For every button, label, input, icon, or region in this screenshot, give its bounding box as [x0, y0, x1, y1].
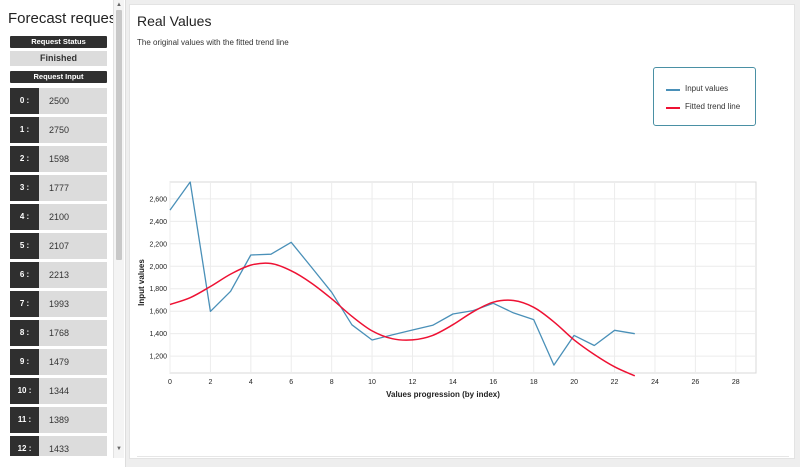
input-value: 2213: [49, 270, 70, 280]
x-tick-label: 8: [330, 379, 334, 386]
input-value: 1479: [49, 357, 70, 367]
input-value: 1433: [49, 444, 70, 454]
index-badge: 3 :: [10, 175, 39, 201]
index-badge: 6 :: [10, 262, 39, 288]
divider: [137, 456, 789, 457]
main-panel: Real Values The original values with the…: [129, 4, 795, 459]
plot-area: [169, 181, 757, 374]
x-tick-label: 12: [409, 379, 417, 386]
scroll-down-arrow-icon[interactable]: ▼: [116, 446, 122, 452]
x-tick-label: 6: [289, 379, 293, 386]
legend-label: Input values: [685, 84, 729, 93]
index-badge: 2 :: [10, 146, 39, 172]
list-item: 11 : 1389: [10, 407, 107, 433]
sidebar-title: Forecast request: [8, 10, 121, 27]
list-item: 3 : 1777: [10, 175, 107, 201]
index-badge: 8 :: [10, 320, 39, 346]
index-badge: 12 :: [10, 436, 39, 456]
x-tick-label: 26: [691, 379, 699, 386]
index-badge: 5 :: [10, 233, 39, 259]
x-tick-label: 4: [249, 379, 253, 386]
y-tick-label: 1,200: [149, 354, 167, 361]
x-tick-label: 14: [449, 379, 457, 386]
index-badge: 9 :: [10, 349, 39, 375]
y-tick-label: 2,600: [149, 196, 167, 203]
sidebar-scrollbar[interactable]: ▲ ▼: [113, 0, 124, 458]
y-tick-label: 1,600: [149, 309, 167, 316]
input-value: 2100: [49, 212, 70, 222]
list-item: 10 : 1344: [10, 378, 107, 404]
input-value: 1344: [49, 386, 70, 396]
x-tick-label: 16: [489, 379, 497, 386]
list-item: 4 : 2100: [10, 204, 107, 230]
y-tick-label: 1,400: [149, 331, 167, 338]
series-line-fitted-trend: [169, 262, 636, 377]
x-axis-label: Values progression (by index): [386, 390, 500, 399]
input-value: 1993: [49, 299, 70, 309]
list-item: 1 : 2750: [10, 117, 107, 143]
x-tick-label: 10: [368, 379, 376, 386]
chart-legend: Input values Fitted trend line: [653, 67, 756, 126]
list-item: 8 : 1768: [10, 320, 107, 346]
x-tick-label: 18: [530, 379, 538, 386]
index-badge: 10 :: [10, 378, 39, 404]
list-item: 6 : 2213: [10, 262, 107, 288]
scrollbar-thumb[interactable]: [116, 10, 122, 260]
x-tick-label: 28: [732, 379, 740, 386]
x-tick-label: 0: [168, 379, 172, 386]
list-item: 2 : 1598: [10, 146, 107, 172]
input-value: 1598: [49, 154, 70, 164]
index-badge: 4 :: [10, 204, 39, 230]
legend-swatch: [666, 89, 680, 91]
list-item: 12 : 1433: [10, 436, 107, 456]
sidebar: Forecast request Request Status Finished…: [0, 0, 126, 467]
y-tick-label: 2,400: [149, 219, 167, 226]
request-input-list[interactable]: 0 : 2500 1 : 2750 2 : 1598 3 : 1777 4 : …: [0, 86, 112, 456]
x-tick-label: 20: [570, 379, 578, 386]
index-badge: 11 :: [10, 407, 39, 433]
list-item: 0 : 2500: [10, 88, 107, 114]
legend-label: Fitted trend line: [685, 102, 741, 111]
series-line-input-values: [169, 181, 635, 366]
input-value: 1768: [49, 328, 70, 338]
input-value: 1777: [49, 183, 70, 193]
list-item: 9 : 1479: [10, 349, 107, 375]
input-value: 2107: [49, 241, 70, 251]
x-tick-label: 2: [208, 379, 212, 386]
index-badge: 0 :: [10, 88, 39, 114]
scroll-up-arrow-icon[interactable]: ▲: [116, 2, 122, 8]
index-badge: 7 :: [10, 291, 39, 317]
app-window: Forecast request Request Status Finished…: [0, 0, 800, 467]
input-value: 1389: [49, 415, 70, 425]
list-item: 7 : 1993: [10, 291, 107, 317]
x-tick-label: 22: [611, 379, 619, 386]
request-status-value: Finished: [10, 51, 107, 66]
request-status-label: Request Status: [10, 36, 107, 48]
y-tick-label: 2,200: [149, 241, 167, 248]
input-value: 2500: [49, 96, 70, 106]
y-axis-label: Input values: [137, 259, 146, 306]
x-tick-label: 24: [651, 379, 659, 386]
y-tick-label: 1,800: [149, 286, 167, 293]
request-input-label: Request Input: [10, 71, 107, 83]
input-value: 2750: [49, 125, 70, 135]
legend-swatch: [666, 107, 680, 109]
index-badge: 1 :: [10, 117, 39, 143]
list-item: 5 : 2107: [10, 233, 107, 259]
y-tick-label: 2,000: [149, 264, 167, 271]
